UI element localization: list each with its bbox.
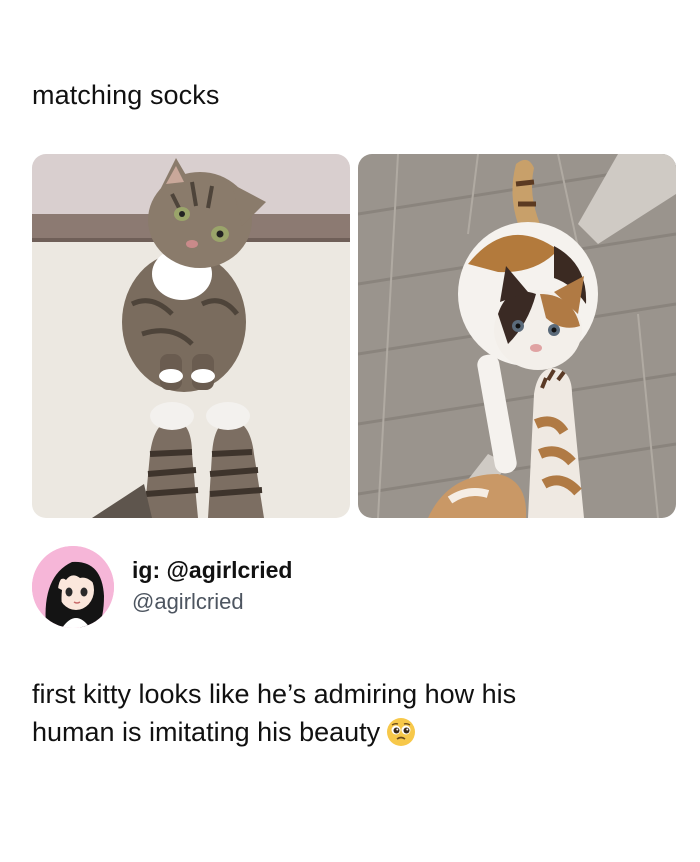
- post-body-line-1: first kitty looks like he’s admiring how…: [32, 679, 517, 709]
- author-display-name[interactable]: ig: @agirlcried: [132, 556, 292, 584]
- right-photo[interactable]: [358, 154, 676, 518]
- post-body-line-2-text: human is imitating his beauty: [32, 717, 381, 747]
- author-handle[interactable]: @agirlcried: [132, 588, 244, 616]
- post-body-line-2: human is imitating his beauty: [32, 713, 652, 757]
- tabby-cat-image: [32, 154, 350, 518]
- author-row[interactable]: ig: @agirlcried @agirlcried: [32, 546, 672, 630]
- pleading-face-emoji-icon: [386, 717, 416, 757]
- post-body-text: first kitty looks like he’s admiring how…: [32, 675, 652, 757]
- left-photo[interactable]: [32, 154, 350, 518]
- anime-girl-avatar-icon[interactable]: [32, 546, 114, 628]
- post-top-text: matching socks: [32, 80, 220, 110]
- calico-cat-image: [358, 154, 676, 518]
